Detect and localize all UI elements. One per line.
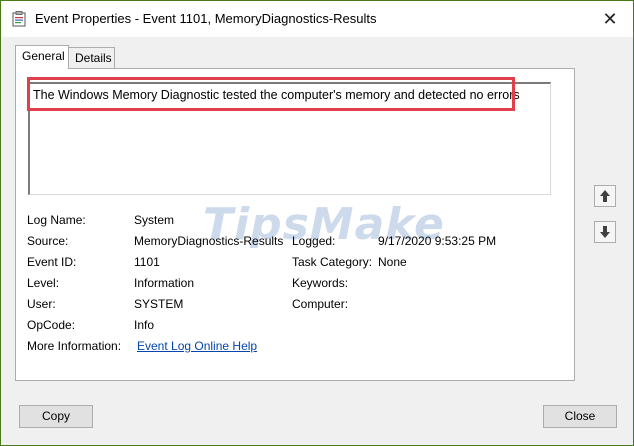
log-name-label: Log Name: bbox=[27, 213, 86, 227]
close-button-label: Close bbox=[564, 409, 596, 423]
arrow-up-icon bbox=[595, 190, 615, 209]
tab-general[interactable]: General bbox=[15, 45, 69, 69]
level-label: Level: bbox=[27, 276, 60, 290]
more-information-label: More Information: bbox=[27, 339, 122, 353]
source-value: MemoryDiagnostics-Results bbox=[134, 234, 284, 248]
user-value: SYSTEM bbox=[134, 297, 184, 311]
next-event-button[interactable] bbox=[594, 221, 616, 243]
event-id-label: Event ID: bbox=[27, 255, 77, 269]
log-name-value: System bbox=[134, 213, 175, 227]
previous-event-button[interactable] bbox=[594, 185, 616, 207]
tab-details-label: Details bbox=[75, 51, 112, 65]
task-category-value: None bbox=[378, 255, 407, 269]
logged-value: 9/17/2020 9:53:25 PM bbox=[378, 234, 497, 248]
keywords-label: Keywords: bbox=[292, 276, 349, 290]
opcode-value: Info bbox=[134, 318, 155, 332]
copy-button-label: Copy bbox=[41, 409, 70, 423]
source-label: Source: bbox=[27, 234, 69, 248]
event-properties-window: Event Properties - Event 1101, MemoryDia… bbox=[0, 0, 634, 446]
close-button[interactable]: Close bbox=[543, 405, 617, 428]
event-id-value: 1101 bbox=[134, 255, 160, 269]
event-viewer-icon bbox=[12, 11, 26, 27]
highlight-rectangle bbox=[27, 77, 515, 111]
task-category-label: Task Category: bbox=[292, 255, 373, 269]
window-title: Event Properties - Event 1101, MemoryDia… bbox=[35, 11, 377, 26]
user-label: User: bbox=[27, 297, 56, 311]
level-value: Information bbox=[134, 276, 195, 290]
arrow-down-icon bbox=[595, 226, 615, 245]
close-icon[interactable]: ✕ bbox=[587, 1, 633, 37]
tab-details[interactable]: Details bbox=[68, 47, 115, 69]
event-log-online-help-link[interactable]: Event Log Online Help bbox=[137, 339, 257, 353]
title-bar[interactable]: Event Properties - Event 1101, MemoryDia… bbox=[1, 1, 633, 37]
opcode-label: OpCode: bbox=[27, 318, 76, 332]
copy-button[interactable]: Copy bbox=[19, 405, 93, 428]
tab-general-label: General bbox=[22, 49, 65, 63]
computer-label: Computer: bbox=[292, 297, 349, 311]
logged-label: Logged: bbox=[292, 234, 336, 248]
